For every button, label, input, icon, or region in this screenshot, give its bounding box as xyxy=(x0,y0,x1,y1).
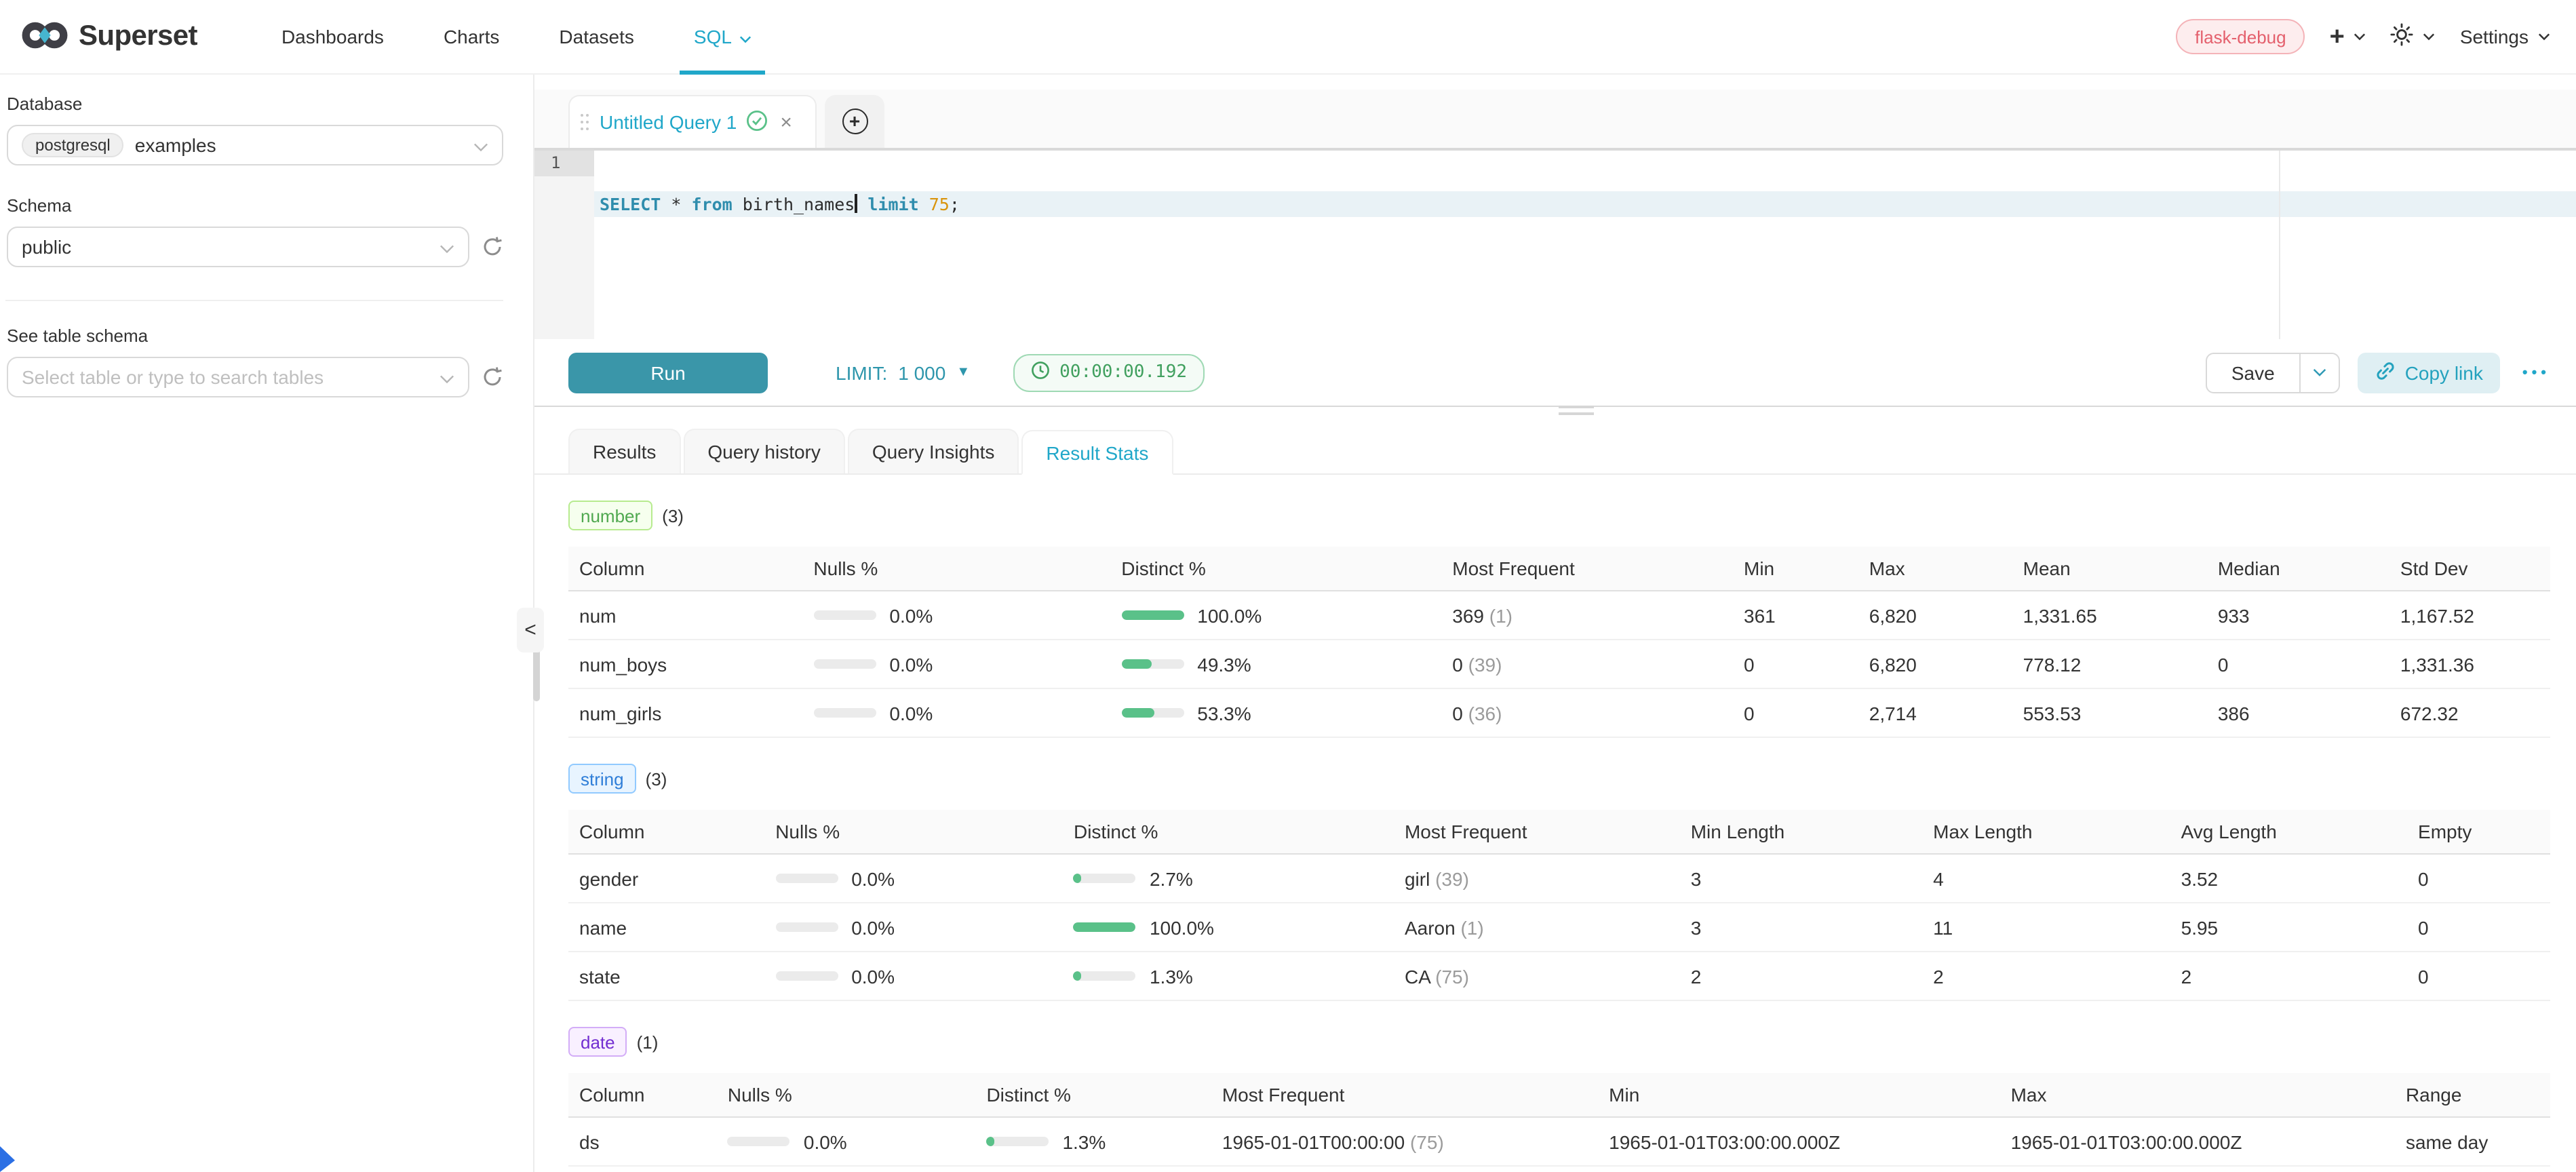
query-tab[interactable]: Untitled Query 1 × xyxy=(568,95,817,148)
copy-link-button[interactable]: Copy link xyxy=(2358,352,2501,393)
database-select[interactable]: postgresql examples xyxy=(7,125,503,165)
drag-grip-icon[interactable] xyxy=(581,113,590,131)
type-count: (3) xyxy=(646,768,667,789)
theme-menu[interactable] xyxy=(2391,23,2436,50)
date-stats-table: Column Nulls % Distinct % Most Frequent … xyxy=(568,1073,2550,1167)
save-split-button: Save xyxy=(2206,352,2340,393)
table-row: num_girls 0.0% 53.3% 0 (36) 0 2,714 553.… xyxy=(568,688,2550,737)
plus-icon: + xyxy=(2330,24,2345,50)
navbar-right: flask-debug + xyxy=(2176,19,2550,54)
superset-logo[interactable]: Superset xyxy=(22,20,197,54)
table-schema-label: See table schema xyxy=(7,326,503,346)
type-tag-number: number xyxy=(568,501,652,530)
editor-toolbar: Run LIMIT: 1 000 ▼ 00:00:00.192 xyxy=(534,339,2576,407)
refresh-schemas-icon[interactable] xyxy=(482,236,503,258)
sql-lab-app: Superset Dashboards Charts Datasets SQL … xyxy=(0,0,2576,1172)
settings-menu[interactable]: Settings xyxy=(2460,26,2550,47)
timer-value: 00:00:00.192 xyxy=(1059,362,1187,383)
new-item-menu[interactable]: + xyxy=(2330,24,2366,50)
result-stats-content: number (3) Column Nulls % Distinct xyxy=(534,475,2576,1167)
sql-code-editor[interactable]: 1 SELECT * from birth_names limit 75; xyxy=(534,151,2576,339)
check-circle-icon xyxy=(746,109,768,135)
tab-query-history[interactable]: Query history xyxy=(683,429,845,473)
type-tag-date: date xyxy=(568,1027,627,1057)
tab-result-stats[interactable]: Result Stats xyxy=(1021,430,1173,475)
close-tab-icon[interactable]: × xyxy=(780,111,792,134)
chevron-down-icon xyxy=(2354,33,2366,41)
link-icon xyxy=(2375,360,2396,385)
chevron-down-icon xyxy=(2423,33,2436,41)
chevron-down-icon xyxy=(440,236,454,258)
collapse-sidebar-button[interactable]: < xyxy=(517,608,544,652)
type-count: (3) xyxy=(662,505,684,526)
string-stats-table: Column Nulls % Distinct % Most Frequent … xyxy=(568,810,2550,1001)
table-row: gender 0.0% 2.7% girl (39) 3 4 3.52 0 xyxy=(568,854,2550,903)
tab-results[interactable]: Results xyxy=(568,429,680,473)
sidebar-divider xyxy=(5,300,503,301)
run-button[interactable]: Run xyxy=(568,352,768,393)
clock-icon xyxy=(1031,360,1050,385)
database-engine-tag: postgresql xyxy=(22,133,124,157)
nav-charts[interactable]: Charts xyxy=(414,0,529,74)
database-label: Database xyxy=(7,94,503,114)
environment-tag: flask-debug xyxy=(2176,19,2305,54)
save-button[interactable]: Save xyxy=(2207,353,2299,391)
number-stats-table: Column Nulls % Distinct % Most Frequent … xyxy=(568,547,2550,738)
more-actions-button[interactable]: ••• xyxy=(2522,364,2550,380)
schema-select[interactable]: public xyxy=(7,227,469,267)
chevron-down-icon xyxy=(740,26,752,47)
table-row: ds 0.0% 1.3% 1965-01-01T00:00:00 (75) 19… xyxy=(568,1117,2550,1166)
refresh-tables-icon[interactable] xyxy=(482,366,503,388)
type-count: (1) xyxy=(637,1032,659,1052)
tab-query-insights[interactable]: Query Insights xyxy=(848,429,1019,473)
chevron-down-icon xyxy=(440,366,454,388)
table-row: num 0.0% 100.0% 369 (1) 361 6,820 1,331.… xyxy=(568,591,2550,640)
limit-value: 1 000 xyxy=(898,362,945,383)
main-nav: Dashboards Charts Datasets SQL xyxy=(252,0,782,74)
active-nav-underline xyxy=(680,70,766,74)
nav-sql[interactable]: SQL xyxy=(664,0,782,74)
superset-logo-icon xyxy=(22,20,68,54)
schema-select-value: public xyxy=(22,236,440,258)
database-select-value: examples xyxy=(135,134,473,156)
schema-label: Schema xyxy=(7,195,503,216)
type-tag-string: string xyxy=(568,764,636,794)
sun-icon xyxy=(2391,23,2414,50)
save-options-caret[interactable] xyxy=(2299,353,2339,391)
limit-dropdown[interactable]: LIMIT: 1 000 ▼ xyxy=(836,362,970,383)
table-select[interactable]: Select table or type to search tables xyxy=(7,357,469,397)
sqllab-left-panel: Database postgresql examples Schema publ… xyxy=(0,75,533,1172)
copy-link-label: Copy link xyxy=(2405,362,2483,383)
plus-circle-icon: + xyxy=(842,109,867,134)
table-row: name 0.0% 100.0% Aaron (1) 3 11 5.95 0 xyxy=(568,903,2550,952)
table-header-row: Column Nulls % Distinct % Most Frequent … xyxy=(568,547,2550,591)
chevron-down-icon xyxy=(2313,368,2326,377)
nav-datasets[interactable]: Datasets xyxy=(529,0,664,74)
results-pane: Results Query history Query Insights Res… xyxy=(534,407,2576,1172)
resize-handle[interactable] xyxy=(1559,406,1594,419)
table-select-placeholder: Select table or type to search tables xyxy=(22,366,440,388)
query-tab-title: Untitled Query 1 xyxy=(600,111,737,133)
chevron-down-icon xyxy=(2538,33,2550,41)
table-header-row: Column Nulls % Distinct % Most Frequent … xyxy=(568,810,2550,854)
new-query-tab-button[interactable]: + xyxy=(825,95,884,148)
results-tabstrip: Results Query history Query Insights Res… xyxy=(534,429,2576,475)
sql-editor-area: Untitled Query 1 × + 1 xyxy=(534,75,2576,1172)
editor-gutter: 1 xyxy=(534,151,594,339)
editor-print-margin xyxy=(2279,151,2280,339)
brand-name: Superset xyxy=(79,20,197,53)
collapse-left-icon: < xyxy=(524,619,536,642)
caret-down-icon: ▼ xyxy=(956,365,970,380)
query-tabstrip: Untitled Query 1 × + xyxy=(534,90,2576,151)
settings-label: Settings xyxy=(2460,26,2529,47)
chevron-down-icon xyxy=(473,134,488,156)
top-navbar: Superset Dashboards Charts Datasets SQL … xyxy=(0,0,2576,75)
query-timer: 00:00:00.192 xyxy=(1013,353,1205,391)
table-row: num_boys 0.0% 49.3% 0 (39) 0 6,820 778.1… xyxy=(568,640,2550,688)
nav-dashboards[interactable]: Dashboards xyxy=(252,0,414,74)
table-row: state 0.0% 1.3% CA (75) 2 2 2 0 xyxy=(568,952,2550,1000)
table-header-row: Column Nulls % Distinct % Most Frequent … xyxy=(568,1073,2550,1117)
limit-label: LIMIT: xyxy=(836,362,887,383)
line-number: 1 xyxy=(534,151,594,176)
